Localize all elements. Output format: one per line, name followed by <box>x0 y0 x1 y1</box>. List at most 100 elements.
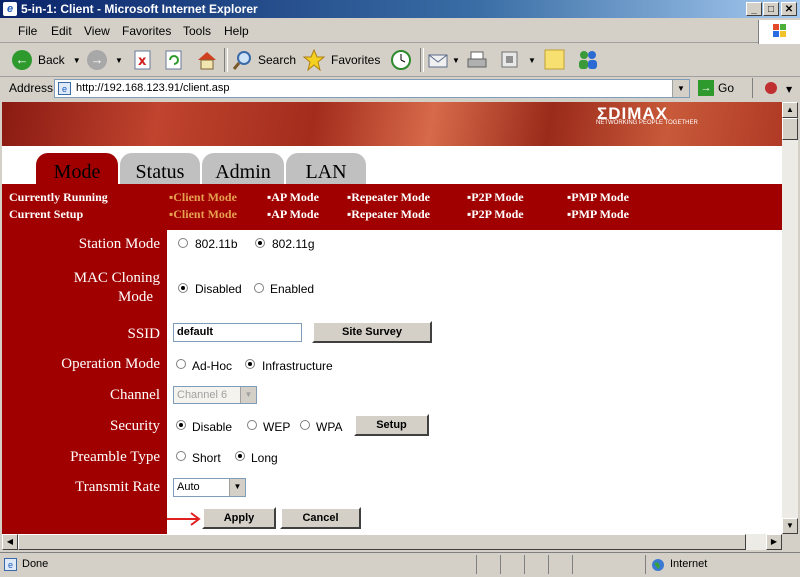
svg-text:▼: ▼ <box>786 85 793 94</box>
currently-running-label: Currently Running <box>9 190 108 204</box>
header-banner: ΣDIMAX NETWORKING PEOPLE TOGETHER <box>2 102 782 146</box>
setup-p2p-mode[interactable]: ▪P2P Mode <box>467 207 524 222</box>
transmit-rate-value: Auto <box>177 481 200 493</box>
mac-cloning-enabled-radio[interactable] <box>254 283 264 293</box>
tab-admin[interactable]: Admin <box>202 153 284 187</box>
messenger-button[interactable] <box>576 49 600 71</box>
tab-status[interactable]: Status <box>120 153 200 187</box>
address-label: Address <box>9 81 54 95</box>
go-button[interactable]: → Go <box>698 80 734 96</box>
chevron-down-icon: ▼ <box>229 479 245 496</box>
ie-icon: e <box>3 2 17 16</box>
transmit-rate-label: Transmit Rate <box>75 479 160 495</box>
refresh-button[interactable] <box>164 49 184 71</box>
menu-tools[interactable]: Tools <box>183 24 211 38</box>
back-label: Back <box>38 53 65 67</box>
security-wep-radio[interactable] <box>247 420 257 430</box>
preamble-short-label: Short <box>192 451 221 465</box>
setup-pmp-mode[interactable]: ▪PMP Mode <box>567 207 629 222</box>
close-button[interactable]: ✕ <box>781 2 797 16</box>
scroll-thumb[interactable] <box>782 118 798 140</box>
vertical-scrollbar[interactable]: ▲ ▼ <box>782 102 798 534</box>
cancel-button[interactable]: Cancel <box>280 507 361 529</box>
security-wpa-radio[interactable] <box>300 420 310 430</box>
running-client-mode: ▪Client Mode <box>169 190 237 204</box>
mac-cloning-disabled-radio[interactable] <box>178 283 188 293</box>
windows-logo-icon <box>758 20 800 44</box>
security-wep-label: WEP <box>263 420 291 434</box>
menu-view[interactable]: View <box>84 24 110 38</box>
page-icon: e <box>58 82 71 95</box>
scroll-up-icon[interactable]: ▲ <box>782 102 798 118</box>
chevron-down-icon: ▼ <box>528 55 536 65</box>
forward-button[interactable]: → ▼ <box>87 49 123 71</box>
chevron-down-icon[interactable]: ▼ <box>672 80 689 97</box>
operation-mode-label: Operation Mode <box>61 356 160 372</box>
status-pane <box>476 555 497 574</box>
status-bar: e Done Internet <box>0 552 800 577</box>
scroll-thumb[interactable] <box>18 534 746 550</box>
logo-tagline: NETWORKING PEOPLE TOGETHER <box>596 120 698 126</box>
apply-button[interactable]: Apply <box>202 507 276 529</box>
running-p2p-mode: ▪P2P Mode <box>467 190 524 204</box>
scroll-down-icon[interactable]: ▼ <box>782 518 798 534</box>
back-button[interactable]: ← Back ▼ <box>12 49 81 71</box>
menu-favorites[interactable]: Favorites <box>122 24 171 38</box>
channel-select[interactable]: Channel 6 ▼ <box>173 386 257 404</box>
ssid-input[interactable]: default <box>173 323 302 342</box>
horizontal-scrollbar[interactable]: ◀ ▶ <box>2 534 782 550</box>
preamble-long-label: Long <box>251 451 278 465</box>
operation-mode-infrastructure-label: Infrastructure <box>262 359 333 373</box>
station-mode-80211g-radio[interactable] <box>255 238 265 248</box>
window-title: 5-in-1: Client - Microsoft Internet Expl… <box>21 2 258 16</box>
address-url: http://192.168.123.91/client.asp <box>76 82 230 94</box>
messenger-icon <box>579 51 597 69</box>
preamble-long-radio[interactable] <box>235 451 245 461</box>
stop-button[interactable]: x <box>133 49 153 71</box>
refresh-icon <box>165 50 182 70</box>
forward-arrow-icon: → <box>87 50 107 70</box>
globe-icon <box>652 559 664 571</box>
security-disable-label: Disable <box>192 420 233 434</box>
operation-mode-infrastructure-radio[interactable] <box>245 359 255 369</box>
edit-button[interactable]: ▼ <box>500 49 536 71</box>
operation-mode-adhoc-radio[interactable] <box>176 359 186 369</box>
menu-help[interactable]: Help <box>224 24 249 38</box>
scroll-right-icon[interactable]: ▶ <box>766 534 782 550</box>
minimize-button[interactable]: _ <box>746 2 762 16</box>
channel-label: Channel <box>110 387 160 403</box>
setup-repeater-mode[interactable]: ▪Repeater Mode <box>347 207 430 222</box>
tab-lan[interactable]: LAN <box>286 153 366 187</box>
address-input[interactable]: e http://192.168.123.91/client.asp ▼ <box>54 79 690 98</box>
tab-mode[interactable]: Mode <box>36 153 118 187</box>
station-mode-80211b-radio[interactable] <box>178 238 188 248</box>
links-area[interactable]: ▼ <box>752 78 799 98</box>
scroll-left-icon[interactable]: ◀ <box>2 534 18 550</box>
preamble-short-radio[interactable] <box>176 451 186 461</box>
search-button[interactable]: Search <box>232 49 296 71</box>
menu-file[interactable]: File <box>18 24 37 38</box>
page-icon: e <box>4 558 17 571</box>
security-disable-radio[interactable] <box>176 420 186 430</box>
channel-value: Channel 6 <box>177 389 228 401</box>
chevron-down-icon: ▼ <box>115 55 123 65</box>
menu-edit[interactable]: Edit <box>51 24 72 38</box>
setup-ap-mode[interactable]: ▪AP Mode <box>267 207 319 222</box>
back-arrow-icon: ← <box>12 50 32 70</box>
discuss-button[interactable] <box>544 49 566 71</box>
print-button[interactable] <box>466 49 488 71</box>
window-title-bar: e 5-in-1: Client - Microsoft Internet Ex… <box>0 0 800 18</box>
security-setup-button[interactable]: Setup <box>354 414 429 436</box>
transmit-rate-select[interactable]: Auto ▼ <box>173 478 246 497</box>
settings-label-column: Station Mode MAC Cloning Mode SSID Opera… <box>2 230 167 534</box>
setup-client-mode[interactable]: ▪Client Mode <box>169 207 237 222</box>
favorites-button[interactable]: Favorites <box>303 49 380 71</box>
favorites-label: Favorites <box>331 53 381 67</box>
site-survey-button[interactable]: Site Survey <box>312 321 432 343</box>
mail-button[interactable]: ▼ <box>428 49 460 71</box>
toolbar-separator <box>224 48 228 72</box>
home-button[interactable] <box>196 49 218 71</box>
red-arrow-icon <box>167 512 201 526</box>
history-button[interactable] <box>390 49 412 71</box>
maximize-button[interactable]: □ <box>763 2 779 16</box>
